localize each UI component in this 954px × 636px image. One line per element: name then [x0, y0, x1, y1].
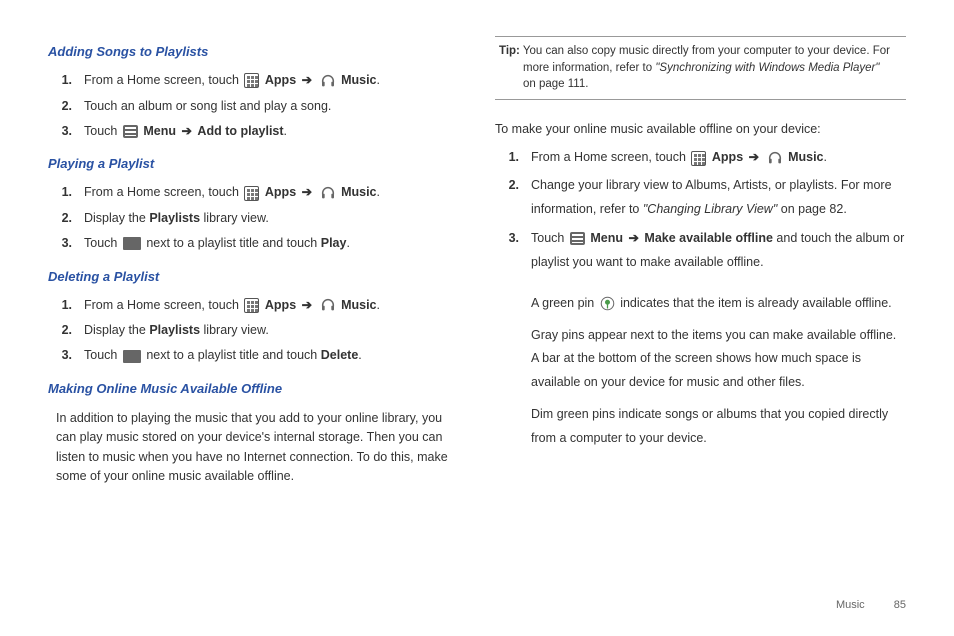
- list-deleting-playlist: 1. From a Home screen, touch Apps ➔ Musi…: [48, 293, 459, 369]
- step-text: From a Home screen, touch: [84, 185, 242, 199]
- dim-pins-paragraph: Dim green pins indicate songs or albums …: [495, 399, 906, 455]
- list-item: 1. From a Home screen, touch Apps ➔ Musi…: [74, 293, 459, 318]
- tip-reference: "Synchronizing with Windows Media Player…: [655, 62, 879, 74]
- step-text: Display the: [84, 323, 149, 337]
- arrow-icon: ➔: [747, 150, 761, 164]
- heading-offline: Making Online Music Available Offline: [48, 379, 459, 399]
- left-column: Adding Songs to Playlists 1. From a Home…: [48, 36, 459, 490]
- apps-label: Apps: [712, 150, 743, 164]
- menu-label: Menu: [143, 124, 176, 138]
- step-text: .: [358, 348, 361, 362]
- music-label: Music: [788, 150, 823, 164]
- apps-icon: [244, 186, 259, 201]
- square-icon: [123, 350, 141, 363]
- list-item: 2. Display the Playlists library view.: [74, 206, 459, 231]
- step-text: From a Home screen, touch: [84, 298, 242, 312]
- arrow-icon: ➔: [300, 73, 314, 87]
- list-playing-playlist: 1. From a Home screen, touch Apps ➔ Musi…: [48, 180, 459, 256]
- arrow-icon: ➔: [300, 185, 314, 199]
- step-text: Touch: [84, 348, 121, 362]
- step-text: Display the: [84, 211, 149, 225]
- gray-pins-paragraph: Gray pins appear next to the items you c…: [495, 320, 906, 399]
- headphones-icon: [767, 150, 783, 166]
- square-icon: [123, 237, 141, 250]
- offline-intro: To make your online music available offl…: [495, 116, 906, 143]
- step-text: .: [346, 236, 349, 250]
- list-item: 1. From a Home screen, touch Apps ➔ Musi…: [521, 145, 906, 170]
- right-column: Tip: You can also copy music directly fr…: [495, 36, 906, 490]
- list-item: 2. Display the Playlists library view.: [74, 318, 459, 343]
- tip-box: Tip: You can also copy music directly fr…: [495, 36, 906, 100]
- make-offline-label: Make available offline: [644, 231, 773, 245]
- list-adding-songs: 1. From a Home screen, touch Apps ➔ Musi…: [48, 68, 459, 144]
- tip-text: more information, refer to: [523, 62, 655, 74]
- list-item: 3. Touch Menu ➔ Make available offline a…: [521, 224, 906, 278]
- list-item: 2. Change your library view to Albums, A…: [521, 171, 906, 225]
- menu-label: Menu: [590, 231, 623, 245]
- apps-label: Apps: [265, 185, 296, 199]
- arrow-icon: ➔: [300, 298, 314, 312]
- step-text: library view.: [200, 323, 269, 337]
- heading-adding-songs: Adding Songs to Playlists: [48, 42, 459, 62]
- headphones-icon: [320, 297, 336, 313]
- step-text: indicates that the item is already avail…: [620, 296, 891, 310]
- step-text: .: [377, 298, 380, 312]
- list-item: 2. Touch an album or song list and play …: [74, 94, 459, 119]
- step-text: From a Home screen, touch: [84, 73, 242, 87]
- list-item: 1. From a Home screen, touch Apps ➔ Musi…: [74, 68, 459, 93]
- reference: "Changing Library View": [643, 202, 777, 216]
- heading-deleting-playlist: Deleting a Playlist: [48, 267, 459, 287]
- playlists-label: Playlists: [149, 323, 200, 337]
- step-text: next to a playlist title and touch: [146, 236, 320, 250]
- pin-explanation: A green pin indicates that the item is a…: [495, 288, 906, 320]
- tip-text: on page 111.: [499, 76, 902, 93]
- step-text: next to a playlist title and touch: [146, 348, 320, 362]
- step-text: A green pin: [531, 296, 598, 310]
- music-label: Music: [341, 73, 376, 87]
- arrow-icon: ➔: [179, 124, 193, 138]
- step-text: Touch: [84, 124, 121, 138]
- offline-intro-paragraph: In addition to playing the music that yo…: [48, 405, 459, 491]
- step-text: on page 82.: [777, 202, 847, 216]
- playlists-label: Playlists: [149, 211, 200, 225]
- step-text: Touch: [84, 236, 121, 250]
- footer-section: Music: [836, 599, 865, 611]
- list-item: 3. Touch next to a playlist title and to…: [74, 231, 459, 256]
- footer-page-number: 85: [894, 599, 906, 611]
- arrow-icon: ➔: [626, 231, 640, 245]
- apps-icon: [691, 151, 706, 166]
- page-footer: Music 85: [836, 597, 906, 614]
- step-text: .: [824, 150, 827, 164]
- headphones-icon: [320, 73, 336, 89]
- list-offline-steps: 1. From a Home screen, touch Apps ➔ Musi…: [495, 145, 906, 277]
- pin-icon: [600, 296, 615, 311]
- step-text: Touch an album or song list and play a s…: [84, 99, 331, 113]
- step-text: .: [377, 73, 380, 87]
- tip-label: Tip:: [499, 45, 520, 57]
- music-label: Music: [341, 298, 376, 312]
- step-text: Touch: [531, 231, 568, 245]
- step-text: From a Home screen, touch: [531, 150, 689, 164]
- list-item: 1. From a Home screen, touch Apps ➔ Musi…: [74, 180, 459, 205]
- headphones-icon: [320, 185, 336, 201]
- step-text: .: [377, 185, 380, 199]
- menu-icon: [123, 125, 138, 138]
- apps-label: Apps: [265, 298, 296, 312]
- step-text: .: [284, 124, 287, 138]
- apps-icon: [244, 73, 259, 88]
- music-label: Music: [341, 185, 376, 199]
- add-to-playlist-label: Add to playlist: [197, 124, 283, 138]
- play-label: Play: [321, 236, 347, 250]
- list-item: 3. Touch Menu ➔ Add to playlist.: [74, 119, 459, 144]
- step-text: library view.: [200, 211, 269, 225]
- menu-icon: [570, 232, 585, 245]
- apps-icon: [244, 298, 259, 313]
- list-item: 3. Touch next to a playlist title and to…: [74, 343, 459, 368]
- apps-label: Apps: [265, 73, 296, 87]
- tip-text: You can also copy music directly from yo…: [520, 45, 890, 57]
- delete-label: Delete: [321, 348, 359, 362]
- heading-playing-playlist: Playing a Playlist: [48, 154, 459, 174]
